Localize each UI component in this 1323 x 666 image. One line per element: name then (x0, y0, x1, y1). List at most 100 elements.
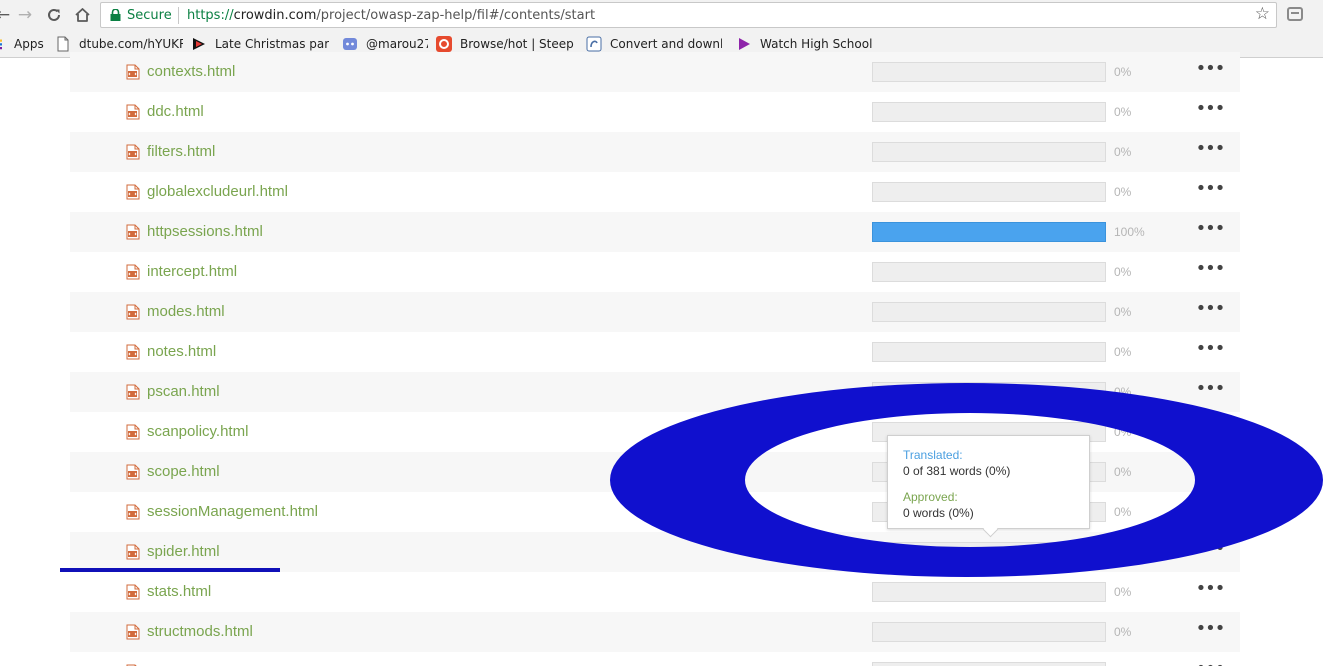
file-name-link[interactable]: structmods.html (147, 623, 253, 640)
progress-percent: 0% (1114, 305, 1132, 319)
url-scheme: https:// (187, 8, 234, 23)
bookmark-label: Convert and downloa (610, 37, 722, 51)
progress-bar[interactable] (872, 142, 1106, 162)
file-name-link[interactable]: sessionManagement.html (147, 503, 318, 520)
progress-percent: 0% (1114, 625, 1132, 639)
file-name-link[interactable]: stats.html (147, 583, 211, 600)
file-name-link[interactable]: scanpolicy.html (147, 423, 248, 440)
home-icon[interactable] (71, 4, 93, 26)
approved-value: 0 words (0%) (903, 506, 974, 520)
extension-icon[interactable] (1287, 7, 1303, 21)
more-options-icon[interactable]: ••• (1195, 60, 1226, 82)
file-name-link[interactable]: filters.html (147, 143, 215, 160)
file-name-link[interactable]: scope.html (147, 463, 220, 480)
file-name-link[interactable]: pscan.html (147, 383, 220, 400)
html-file-icon (126, 184, 140, 200)
bookmark-convert[interactable]: Convert and downloa (586, 35, 722, 53)
progress-bar[interactable] (872, 222, 1106, 242)
progress-fill (873, 223, 1105, 241)
more-options-icon[interactable]: ••• (1195, 620, 1226, 642)
more-options-icon[interactable]: ••• (1195, 660, 1226, 666)
bookmark-star-icon[interactable]: ☆ (1255, 4, 1270, 24)
file-name-link[interactable]: intercept.html (147, 263, 237, 280)
html-file-icon (126, 504, 140, 520)
bookmark-label: dtube.com/hYUKR/ (79, 37, 183, 51)
page-icon (57, 36, 69, 52)
file-row[interactable]: stats.html 0% ••• (70, 572, 1240, 612)
bookmark-dtube[interactable]: dtube.com/hYUKR/ (55, 35, 183, 53)
file-name-link[interactable]: spider.html (147, 543, 220, 560)
bookmark-label: Browse/hot | Steepsh (460, 37, 574, 51)
reload-icon[interactable] (43, 4, 65, 26)
convert-icon (586, 36, 602, 52)
file-row[interactable]: intercept.html 0% ••• (70, 252, 1240, 292)
more-options-icon[interactable]: ••• (1195, 580, 1226, 602)
bookmark-late-christmas-party[interactable]: Late Christmas party (191, 35, 329, 53)
dlive-icon (193, 38, 205, 50)
progress-bar[interactable] (872, 582, 1106, 602)
browser-toolbar: ← → Secure https://crowdin.com/project/o… (0, 0, 1323, 30)
file-row[interactable]: ddc.html 0% ••• (70, 92, 1240, 132)
progress-bar[interactable] (872, 622, 1106, 642)
secure-label: Secure (127, 8, 172, 23)
url-separator (178, 7, 179, 24)
more-options-icon[interactable]: ••• (1195, 140, 1226, 162)
file-name-link[interactable]: modes.html (147, 303, 225, 320)
bookmark-apps[interactable]: Apps (0, 35, 46, 53)
file-row[interactable]: structmods.html 0% ••• (70, 612, 1240, 652)
progress-bar[interactable] (872, 342, 1106, 362)
back-arrow-icon[interactable]: ← (0, 4, 14, 26)
file-row[interactable]: httpsessions.html 100% ••• (70, 212, 1240, 252)
more-options-icon[interactable]: ••• (1195, 180, 1226, 202)
progress-bar[interactable] (872, 182, 1106, 202)
file-name-link[interactable]: notes.html (147, 343, 216, 360)
progress-bar[interactable] (872, 262, 1106, 282)
more-options-icon[interactable]: ••• (1195, 340, 1226, 362)
bookmark-label: @marou27 (366, 37, 428, 51)
url-host: crowdin.com (233, 8, 317, 23)
progress-bar[interactable] (872, 662, 1106, 666)
more-options-icon[interactable]: ••• (1195, 300, 1226, 322)
url-text[interactable]: https://crowdin.com/project/owasp-zap-he… (187, 8, 595, 23)
file-row[interactable]: filters.html 0% ••• (70, 132, 1240, 172)
address-bar[interactable]: Secure https://crowdin.com/project/owasp… (100, 2, 1277, 28)
more-options-icon[interactable]: ••• (1195, 220, 1226, 242)
progress-percent: 0% (1114, 145, 1132, 159)
lock-icon[interactable] (110, 9, 121, 21)
progress-bar[interactable] (872, 302, 1106, 322)
discord-icon (343, 38, 357, 50)
translated-label: Translated: (903, 448, 963, 462)
html-file-icon (126, 304, 140, 320)
file-name-link[interactable]: globalexcludeurl.html (147, 183, 288, 200)
bookmark-label: Late Christmas party (215, 37, 329, 51)
html-file-icon (126, 384, 140, 400)
url-path: /project/owasp-zap-help/fil#/contents/st… (316, 8, 596, 23)
html-file-icon (126, 264, 140, 280)
progress-percent: 100% (1114, 225, 1145, 239)
file-row[interactable]: globalexcludeurl.html 0% ••• (70, 172, 1240, 212)
forward-arrow-icon[interactable]: → (14, 4, 36, 26)
progress-percent: 0% (1114, 345, 1132, 359)
file-name-link[interactable]: httpsessions.html (147, 223, 263, 240)
annotation-underline (60, 568, 280, 572)
progress-tooltip: Translated: 0 of 381 words (0%) Approved… (887, 435, 1090, 529)
more-options-icon[interactable]: ••• (1195, 100, 1226, 122)
bookmark-watch-high-school[interactable]: Watch High School o (736, 35, 872, 53)
bookmark-marou27[interactable]: @marou27 (342, 35, 428, 53)
bookmark-label: Watch High School o (760, 37, 872, 51)
file-row[interactable]: notes.html 0% ••• (70, 332, 1240, 372)
progress-percent: 0% (1114, 265, 1132, 279)
file-name-link[interactable]: ddc.html (147, 103, 204, 120)
html-file-icon (126, 224, 140, 240)
bookmark-label: Apps (14, 37, 44, 51)
bookmark-steepshot[interactable]: Browse/hot | Steepsh (436, 35, 574, 53)
html-file-icon (126, 464, 140, 480)
file-name-link[interactable]: contexts.html (147, 63, 235, 80)
html-file-icon (126, 144, 140, 160)
more-options-icon[interactable]: ••• (1195, 260, 1226, 282)
file-row[interactable]: modes.html 0% ••• (70, 292, 1240, 332)
progress-bar[interactable] (872, 102, 1106, 122)
file-row[interactable]: ••• (70, 652, 1240, 666)
progress-bar[interactable] (872, 62, 1106, 82)
file-row[interactable]: contexts.html 0% ••• (70, 52, 1240, 92)
